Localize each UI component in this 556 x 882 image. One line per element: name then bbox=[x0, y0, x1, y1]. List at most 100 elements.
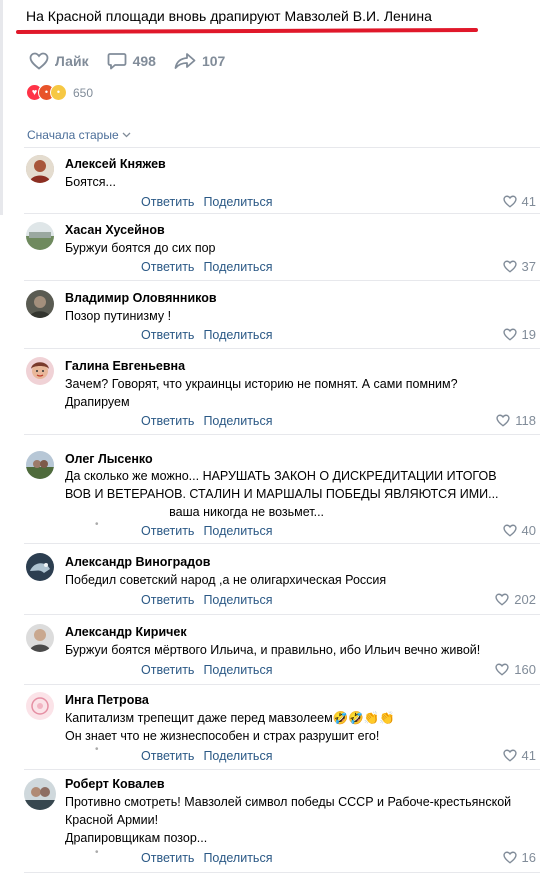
like-button[interactable]: Лайк bbox=[29, 52, 89, 70]
reply-button[interactable]: Ответить bbox=[141, 524, 194, 538]
avatar[interactable] bbox=[24, 778, 56, 810]
share-comment-button[interactable]: Поделиться bbox=[203, 593, 272, 607]
share-comment-button[interactable]: Поделиться bbox=[203, 260, 272, 274]
avatar[interactable] bbox=[26, 357, 54, 385]
reply-button[interactable]: Ответить bbox=[141, 593, 194, 607]
post-title: На Красной площади вновь драпируют Мавзо… bbox=[26, 8, 432, 24]
divider bbox=[24, 872, 540, 873]
like-label: Лайк bbox=[55, 53, 89, 69]
comment-like-count: 118 bbox=[515, 413, 536, 428]
heart-icon bbox=[502, 328, 517, 341]
comment-like-count: 202 bbox=[514, 592, 536, 607]
divider bbox=[24, 434, 540, 435]
comment-like-button[interactable]: 160 bbox=[495, 662, 536, 677]
avatar[interactable] bbox=[26, 222, 54, 250]
avatar[interactable] bbox=[26, 553, 54, 581]
reply-button[interactable]: Ответить bbox=[141, 328, 194, 342]
comment-author[interactable]: Олег Лысенко bbox=[65, 452, 153, 466]
overflow-dot: • bbox=[95, 847, 99, 858]
comment-actions: Ответить Поделиться bbox=[141, 593, 272, 607]
comment-like-count: 19 bbox=[521, 327, 536, 342]
avatar-image bbox=[26, 692, 54, 720]
comment-author[interactable]: Роберт Ковалев bbox=[65, 777, 165, 791]
share-comment-button[interactable]: Поделиться bbox=[203, 524, 272, 538]
share-button[interactable]: 107 bbox=[174, 52, 225, 70]
comment-author[interactable]: Хасан Хусейнов bbox=[65, 223, 165, 237]
heart-icon bbox=[502, 524, 517, 537]
heart-icon bbox=[502, 851, 517, 864]
comment-author[interactable]: Алексей Княжев bbox=[65, 157, 166, 171]
comment-text: Противно смотреть! Мавзолей символ побед… bbox=[65, 795, 512, 845]
share-comment-button[interactable]: Поделиться bbox=[203, 195, 272, 209]
left-edge-divider bbox=[0, 0, 3, 215]
avatar[interactable] bbox=[26, 155, 54, 183]
divider bbox=[24, 213, 540, 214]
reply-button[interactable]: Ответить bbox=[141, 414, 194, 428]
avatar[interactable] bbox=[26, 624, 54, 652]
share-comment-button[interactable]: Поделиться bbox=[203, 749, 272, 763]
avatar-image bbox=[26, 155, 54, 183]
sort-dropdown[interactable]: Сначала старые bbox=[27, 128, 131, 142]
comment-like-count: 41 bbox=[521, 194, 536, 209]
comment-author[interactable]: Александр Виноградов bbox=[65, 555, 210, 569]
avatar-image bbox=[26, 357, 54, 385]
reply-button[interactable]: Ответить bbox=[141, 851, 194, 865]
divider bbox=[24, 280, 540, 281]
share-comment-button[interactable]: Поделиться bbox=[203, 663, 272, 677]
comment-like-count: 16 bbox=[521, 850, 536, 865]
sad-reaction-icon: • bbox=[50, 84, 67, 101]
avatar-image bbox=[26, 451, 54, 479]
comment-like-count: 40 bbox=[521, 523, 536, 538]
reply-button[interactable]: Ответить bbox=[141, 663, 194, 677]
comment-like-button[interactable]: 37 bbox=[502, 259, 536, 274]
overflow-dot: • bbox=[95, 744, 99, 755]
comment-like-button[interactable]: 118 bbox=[496, 413, 536, 428]
comment-author[interactable]: Владимир Оловянников bbox=[65, 291, 217, 305]
divider bbox=[24, 769, 540, 770]
red-highlight-underline bbox=[15, 27, 479, 35]
share-comment-button[interactable]: Поделиться bbox=[203, 851, 272, 865]
divider bbox=[24, 684, 540, 685]
avatar-image bbox=[26, 290, 54, 318]
heart-icon bbox=[496, 414, 510, 427]
avatar-image bbox=[26, 624, 54, 652]
sort-label: Сначала старые bbox=[27, 128, 119, 142]
overflow-dot: • bbox=[95, 519, 99, 530]
comment-text: Зачем? Говорят, что украинцы историю не … bbox=[65, 377, 458, 409]
reply-button[interactable]: Ответить bbox=[141, 260, 194, 274]
avatar[interactable] bbox=[26, 290, 54, 318]
comment-like-button[interactable]: 202 bbox=[495, 592, 536, 607]
comment-author[interactable]: Александр Киричек bbox=[65, 625, 187, 639]
avatar-image bbox=[26, 553, 54, 581]
avatar[interactable] bbox=[26, 692, 54, 720]
shares-count: 107 bbox=[201, 53, 226, 69]
chevron-down-icon bbox=[122, 132, 131, 138]
divider bbox=[24, 348, 540, 349]
avatar[interactable] bbox=[26, 451, 54, 479]
comment-like-button[interactable]: 16 bbox=[502, 850, 536, 865]
heart-icon bbox=[502, 195, 517, 208]
comment-text: Буржуи боятся до сих пор bbox=[65, 241, 216, 255]
comment-author[interactable]: Инга Петрова bbox=[65, 693, 149, 707]
comments-button[interactable]: 498 bbox=[107, 52, 156, 70]
reply-button[interactable]: Ответить bbox=[141, 195, 194, 209]
reply-button[interactable]: Ответить bbox=[141, 749, 194, 763]
comment-like-button[interactable]: 41 bbox=[502, 748, 536, 763]
comment-actions: Ответить Поделиться bbox=[141, 524, 272, 538]
heart-icon bbox=[495, 593, 509, 606]
comment-actions: Ответить Поделиться bbox=[141, 663, 272, 677]
reactions-summary[interactable]: ♥ • • 650 bbox=[26, 84, 93, 101]
comment-like-button[interactable]: 40 bbox=[502, 523, 536, 538]
comment-author[interactable]: Галина Евгеньевна bbox=[65, 359, 185, 373]
comment-like-count: 41 bbox=[521, 748, 536, 763]
comment-text: Капитализм трепещит даже перед мавзолеем… bbox=[65, 711, 395, 743]
comment-like-button[interactable]: 19 bbox=[502, 327, 536, 342]
share-comment-button[interactable]: Поделиться bbox=[203, 414, 272, 428]
comment-actions: Ответить Поделиться bbox=[141, 328, 272, 342]
comment-like-button[interactable]: 41 bbox=[502, 194, 536, 209]
comment-text: Боятся... bbox=[65, 175, 116, 189]
comment-text: Да сколько же можно... НАРУШАТЬ ЗАКОН О … bbox=[65, 469, 499, 519]
comment-actions: Ответить Поделиться bbox=[141, 851, 272, 865]
comments-count: 498 bbox=[132, 53, 156, 69]
share-comment-button[interactable]: Поделиться bbox=[203, 328, 272, 342]
